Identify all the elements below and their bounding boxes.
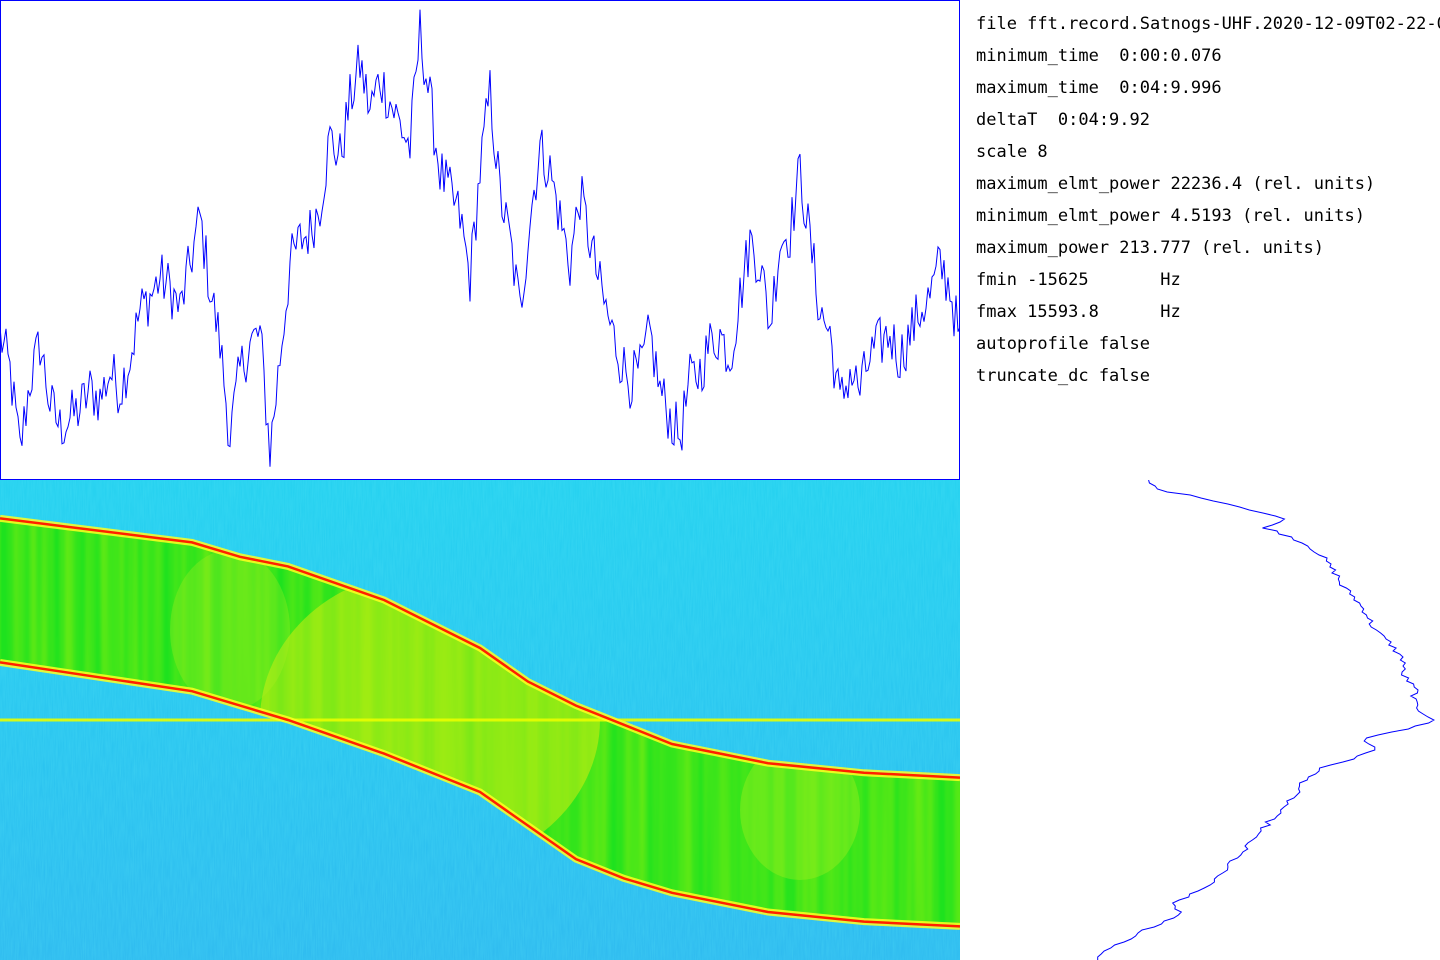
info-minimum-time: minimum_time 0:00:0.076	[976, 46, 1222, 66]
info-autoprofile: autoprofile false	[976, 334, 1150, 354]
info-delta-t: deltaT 0:04:9.92	[976, 110, 1150, 130]
frequency-profile-line	[1097, 480, 1435, 960]
info-fmax: fmax 15593.8 Hz	[976, 302, 1181, 322]
profile-frame	[0, 0, 960, 480]
info-minimum-elmt-power: minimum_elmt_power 4.5193 (rel. units)	[976, 206, 1365, 226]
info-truncate-dc: truncate_dc false	[976, 366, 1150, 386]
signal-band-hotspot	[170, 550, 290, 710]
spectrogram-waterfall	[0, 480, 960, 960]
info-panel: file fft.record.Satnogs-UHF.2020-12-09T0…	[976, 8, 1440, 408]
frequency-power-profile	[1097, 480, 1435, 960]
info-scale: scale 8	[976, 142, 1048, 162]
time-power-profile	[0, 0, 960, 480]
info-fmin: fmin -15625 Hz	[976, 270, 1181, 290]
info-maximum-elmt-power: maximum_elmt_power 22236.4 (rel. units)	[976, 174, 1376, 194]
info-file: file fft.record.Satnogs-UHF.2020-12-09T0…	[976, 14, 1440, 34]
info-maximum-time: maximum_time 0:04:9.996	[976, 78, 1222, 98]
info-maximum-power: maximum_power 213.777 (rel. units)	[976, 238, 1324, 258]
